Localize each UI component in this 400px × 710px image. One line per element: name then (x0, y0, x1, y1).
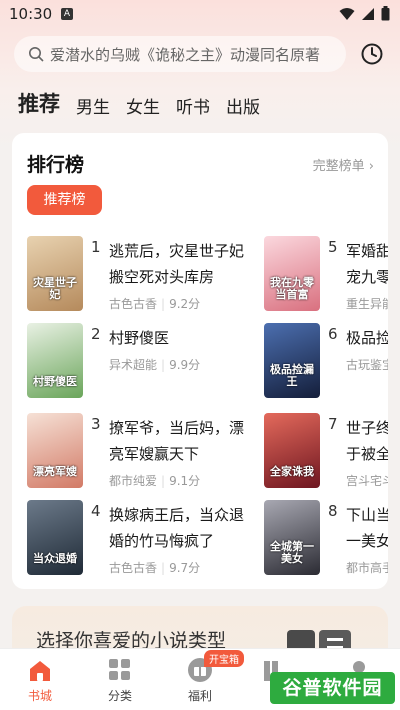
tab-female[interactable]: 女生 (126, 93, 160, 118)
book-cover: 全城第一美女 (264, 500, 320, 575)
book-title: 军婚甜宠九零尘 (346, 242, 388, 286)
book-item[interactable]: 全城第一美女 8 下山当一美女 都市高手 (264, 500, 388, 576)
site-watermark: 谷普软件园 (270, 672, 395, 704)
book-score: 9.2分 (169, 297, 201, 311)
book-meta: 重生异能 (346, 295, 388, 312)
book-meta: 古色古香 | 9.2分 (109, 297, 201, 311)
book-genre: 古玩鉴宝 (346, 358, 388, 372)
wifi-icon (339, 7, 355, 20)
book-item[interactable]: 灾星世子妃 1 逃荒后，灾星世子妃搬空死对头库房 古色古香 | 9.2分 (27, 236, 247, 312)
nav-label: 书城 (27, 689, 52, 703)
book-meta: 古玩鉴宝 (346, 356, 388, 373)
book-cover: 漂亮军嫂 (27, 413, 83, 488)
notification-icon: A (61, 8, 73, 20)
book-title: 换嫁病王后，当众退婚的竹马悔疯了 (109, 506, 245, 550)
book-cover: 村野傻医 (27, 323, 83, 398)
book-genre: 重生异能 (346, 297, 388, 311)
full-ranking-link[interactable]: 完整榜单 › (313, 155, 374, 174)
book-item[interactable]: 我在九零当首富 5 军婚甜宠九零尘 重生异能 (264, 236, 388, 312)
rank-number: 3 (91, 415, 101, 433)
ranking-card: 排行榜 完整榜单 › 推荐榜 灾星世子妃 1 逃荒后，灾星世子妃搬空死对头库房 … (12, 133, 388, 589)
book-meta: 都市高手 (346, 559, 388, 576)
book-title: 撩军爷，当后妈，漂亮军嫂赢天下 (109, 419, 245, 463)
book-item[interactable]: 全家诛我 7 世子终于被全家诛 宫斗宅斗 (264, 413, 388, 489)
rank-number: 5 (328, 238, 338, 256)
book-score: 9.9分 (169, 358, 201, 372)
book-meta: 都市纯爱 | 9.1分 (109, 474, 201, 488)
cover-title: 村野傻医 (33, 375, 77, 388)
book-genre: 古色古香 (109, 561, 158, 575)
status-bar: 10:30 A (0, 0, 400, 28)
search-icon (29, 47, 44, 62)
category-tabs: 推荐 男生 女生 听书 出版 (18, 88, 260, 118)
cover-title: 漂亮军嫂 (33, 465, 77, 478)
tab-audiobook[interactable]: 听书 (176, 93, 210, 118)
book-genre: 都市高手 (346, 561, 388, 575)
history-clock-icon[interactable] (361, 43, 383, 65)
status-icons (339, 6, 390, 21)
book-item[interactable]: 极品捡漏王 6 极品捡漏王 古玩鉴宝 (264, 323, 388, 399)
tab-recommend[interactable]: 推荐 (18, 88, 60, 118)
rank-number: 7 (328, 415, 338, 433)
book-title: 逃荒后，灾星世子妃搬空死对头库房 (109, 242, 245, 286)
grid-icon (109, 659, 130, 680)
cover-title: 灾星世子妃 (33, 276, 77, 301)
cover-title: 极品捡漏王 (270, 363, 314, 388)
book-title: 村野傻医 (109, 329, 170, 347)
book-score: 9.1分 (169, 474, 201, 488)
book-cover: 灾星世子妃 (27, 236, 83, 311)
book-cover: 我在九零当首富 (264, 236, 320, 311)
rank-number: 4 (91, 502, 101, 520)
book-meta: 古色古香 | 9.7分 (109, 561, 201, 575)
cover-title: 当众退婚 (33, 552, 77, 565)
nav-label: 分类 (107, 689, 132, 703)
chevron-right-icon: › (368, 159, 374, 174)
book-meta: 异术超能 | 9.9分 (109, 358, 201, 372)
book-item[interactable]: 当众退婚 4 换嫁病王后，当众退婚的竹马悔疯了 古色古香 | 9.7分 (27, 500, 247, 576)
book-meta: 宫斗宅斗 (346, 472, 388, 489)
book-genre: 异术超能 (109, 358, 158, 372)
battery-icon (381, 6, 390, 21)
book-title: 下山当一美女 (346, 506, 388, 550)
book-item[interactable]: 村野傻医 2 村野傻医 异术超能 | 9.9分 (27, 323, 247, 399)
book-cover: 极品捡漏王 (264, 323, 320, 398)
signal-icon (362, 7, 374, 20)
tab-male[interactable]: 男生 (76, 93, 110, 118)
nav-bookstore[interactable]: 书城 (10, 649, 70, 710)
rank-number: 6 (328, 325, 338, 343)
rank-number: 2 (91, 325, 101, 343)
treasure-box-badge[interactable]: 开宝箱 (204, 650, 244, 667)
search-input[interactable]: 爱潜水的乌贼《诡秘之主》动漫同名原著 (14, 36, 346, 72)
cover-title: 我在九零当首富 (270, 276, 314, 301)
cover-title: 全城第一美女 (270, 540, 314, 565)
full-ranking-label: 完整榜单 (312, 159, 365, 174)
cover-title: 全家诛我 (270, 465, 314, 478)
home-icon (30, 661, 50, 681)
book-score: 9.7分 (169, 561, 201, 575)
book-cover: 全家诛我 (264, 413, 320, 488)
book-title: 世子终于被全家诛 (346, 419, 388, 463)
book-genre: 都市纯爱 (109, 474, 158, 488)
book-genre: 古色古香 (109, 297, 158, 311)
nav-category[interactable]: 分类 (90, 649, 150, 710)
rank-number: 1 (91, 238, 101, 256)
recommend-list-pill[interactable]: 推荐榜 (27, 185, 102, 215)
rank-number: 8 (328, 502, 338, 520)
book-title: 极品捡漏王 (346, 329, 388, 347)
status-time: 10:30 (9, 5, 53, 23)
tab-publish[interactable]: 出版 (226, 93, 260, 118)
search-placeholder: 爱潜水的乌贼《诡秘之主》动漫同名原著 (50, 45, 321, 64)
ranking-title: 排行榜 (27, 154, 85, 176)
book-item[interactable]: 漂亮军嫂 3 撩军爷，当后妈，漂亮军嫂赢天下 都市纯爱 | 9.1分 (27, 413, 247, 489)
book-genre: 宫斗宅斗 (346, 474, 388, 488)
book-cover: 当众退婚 (27, 500, 83, 575)
nav-label: 福利 (187, 689, 212, 703)
